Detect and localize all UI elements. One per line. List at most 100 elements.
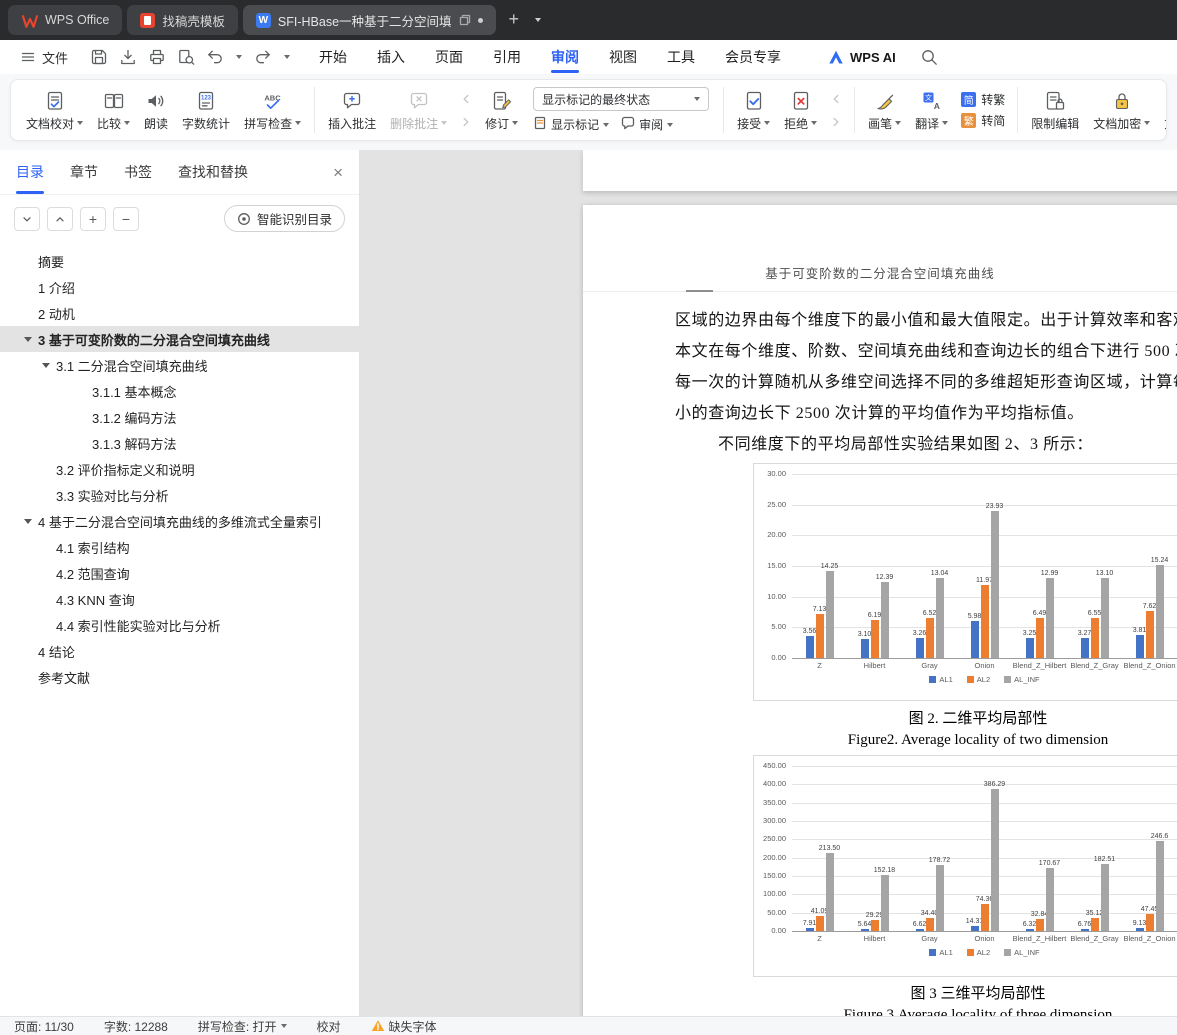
ribbon-accept-button[interactable]: 接受 (730, 86, 777, 135)
collapse-all-button[interactable] (14, 206, 40, 231)
bar-value-label: 14.25 (820, 562, 839, 570)
review-button[interactable]: 审阅 (621, 116, 674, 133)
menu-item-4[interactable]: 审阅 (551, 40, 580, 74)
toc-item[interactable]: 4.2 范围查询 (0, 560, 359, 586)
caret-icon (512, 121, 519, 125)
y-axis-label: 0.00 (771, 653, 786, 662)
menu-item-0[interactable]: 开始 (319, 40, 347, 74)
expand-arrow-icon[interactable] (24, 518, 32, 524)
reject-icon (790, 89, 812, 113)
ribbon-comment-add-button[interactable]: 插入批注 (321, 86, 383, 135)
previous-item-button[interactable] (826, 90, 846, 108)
next-item-button[interactable] (826, 113, 846, 131)
decrease-level-button[interactable]: − (113, 206, 139, 231)
menu-item-7[interactable]: 会员专享 (725, 40, 781, 74)
ribbon-doc-proof-button[interactable]: 文档校对 (19, 86, 90, 135)
toc-item[interactable]: 3.1 二分混合空间填充曲线 (0, 352, 359, 378)
figure3-chart[interactable]: 0.00 50.00 100.00 150.00 200.00 250.00 300.00 3… (753, 755, 1177, 977)
menu-item-3[interactable]: 引用 (493, 40, 521, 74)
to-simplified-button[interactable]: 繁转简 (961, 112, 1005, 129)
tab-list-button[interactable] (528, 18, 548, 22)
toc-item-label: 4.1 索引结构 (56, 540, 130, 556)
document-canvas[interactable]: 基于可变阶数的二分混合空间填充曲线 区域的边界由每个维度下的最小值和最大值限定。… (360, 150, 1177, 1016)
toc-item[interactable]: 参考文献 (0, 664, 359, 690)
sidebar-tab-find-replace[interactable]: 查找和替换 (178, 150, 248, 194)
increase-level-button[interactable]: + (80, 206, 106, 231)
export-icon[interactable] (119, 48, 137, 66)
menu-item-2[interactable]: 页面 (435, 40, 463, 74)
ribbon-spellcheck-button[interactable]: ABC 拼写检查 (237, 86, 308, 135)
toc-item[interactable]: 3.1.2 编码方法 (0, 404, 359, 430)
ribbon-speaker-button[interactable]: 朗读 (137, 86, 175, 135)
document-page[interactable]: 基于可变阶数的二分混合空间填充曲线 区域的边界由每个维度下的最小值和最大值限定。… (583, 205, 1177, 1016)
to-traditional-button[interactable]: 简转繁 (961, 91, 1005, 108)
toc-item[interactable]: 摘要 (0, 248, 359, 274)
toc-item[interactable]: 3.2 评价指标定义和说明 (0, 456, 359, 482)
proofread-button[interactable]: 校对 (317, 1018, 341, 1035)
search-icon[interactable] (920, 48, 938, 66)
ribbon-compare-button[interactable]: 比较 (90, 86, 137, 135)
toc-item[interactable]: 4.3 KNN 查询 (0, 586, 359, 612)
window-tab-wps-office[interactable]: WPS Office (8, 5, 123, 35)
print-preview-icon[interactable] (177, 48, 195, 66)
save-icon[interactable] (90, 48, 108, 66)
window-restore-icon[interactable] (459, 14, 471, 26)
window-tab-template-store[interactable]: 找稿壳模板 (127, 5, 238, 35)
smart-toc-button[interactable]: 智能识别目录 (223, 205, 345, 232)
ribbon-doc-encrypt-button[interactable]: 文档加密 (1086, 86, 1157, 135)
y-axis-label: 100.00 (763, 889, 786, 899)
file-menu-button[interactable]: 文件 (10, 48, 78, 67)
new-tab-button[interactable]: + (500, 9, 529, 32)
ribbon-restrict-edit-button[interactable]: 限制编辑 (1024, 86, 1086, 135)
ribbon-translate-button[interactable]: 文 A 翻译 (908, 86, 955, 135)
previous-item-button[interactable] (456, 90, 476, 108)
ribbon-word-count-button[interactable]: 123 字数统计 (175, 86, 237, 135)
figure2-chart[interactable]: 0.00 5.00 10.00 15.00 20.00 25.00 30.00 3.56 7.1… (753, 463, 1177, 701)
y-axis-label: 15.00 (767, 561, 786, 570)
paragraph-text[interactable]: 区域的边界由每个维度下的最小值和最大值限定。出于计算效率和客观 本文在每个维度、阶… (675, 305, 1177, 460)
toc-item[interactable]: 4.4 索引性能实验对比与分析 (0, 612, 359, 638)
toc-item[interactable]: 3 基于可变阶数的二分混合空间填充曲线 (0, 326, 359, 352)
ribbon-comment-del-button[interactable]: 删除批注 (383, 86, 454, 135)
expand-all-button[interactable] (47, 206, 73, 231)
toc-item[interactable]: 2 动机 (0, 300, 359, 326)
bar-value-label: 386.29 (983, 781, 1006, 789)
toc-item[interactable]: 4.1 索引结构 (0, 534, 359, 560)
word-count-indicator[interactable]: 字数: 12288 (104, 1018, 168, 1035)
window-tab-document[interactable]: W SFI-HBase一种基于二分空间填 (242, 5, 496, 35)
sidebar-tab-chapters[interactable]: 章节 (70, 150, 98, 194)
expand-arrow-icon[interactable] (42, 362, 50, 368)
show-markup-button[interactable]: 显示标记 (533, 116, 610, 133)
sidebar-tab-toc[interactable]: 目录 (16, 150, 44, 194)
sidebar-tab-bookmarks[interactable]: 书签 (124, 150, 152, 194)
toc-item[interactable]: 4 基于二分混合空间填充曲线的多维流式全量索引 (0, 508, 359, 534)
toc-item[interactable]: 3.3 实验对比与分析 (0, 482, 359, 508)
redo-caret-icon[interactable] (284, 55, 291, 59)
markup-state-dropdown[interactable]: 显示标记的最终状态 (533, 87, 710, 111)
ribbon-button-label: 翻译 (915, 116, 940, 131)
ribbon-track-changes-button[interactable]: 修订 (478, 86, 525, 135)
spellcheck-status[interactable]: 拼写检查: 打开 (198, 1018, 287, 1035)
menu-item-1[interactable]: 插入 (377, 40, 405, 74)
menu-item-6[interactable]: 工具 (667, 40, 695, 74)
toc-item[interactable]: 3.1.3 解码方法 (0, 430, 359, 456)
toc-item[interactable]: 1 介绍 (0, 274, 359, 300)
ribbon-doc-permission-button[interactable]: 文档权限 (1157, 86, 1166, 135)
toc-item-label: 摘要 (38, 254, 65, 270)
close-pane-icon[interactable]: × (333, 164, 343, 181)
wps-ai-button[interactable]: WPS AI (827, 48, 896, 66)
toc-item[interactable]: 3.1.1 基本概念 (0, 378, 359, 404)
missing-font-warning[interactable]: 缺失字体 (371, 1018, 437, 1035)
undo-icon[interactable] (206, 48, 224, 66)
ribbon-reject-button[interactable]: 拒绝 (777, 86, 824, 135)
redo-icon[interactable] (254, 48, 272, 66)
page-indicator[interactable]: 页面: 11/30 (14, 1018, 74, 1035)
menu-item-5[interactable]: 视图 (609, 40, 637, 74)
ribbon-separator (723, 87, 725, 133)
undo-caret-icon[interactable] (236, 55, 243, 59)
toc-item[interactable]: 4 结论 (0, 638, 359, 664)
next-item-button[interactable] (456, 113, 476, 131)
ribbon-brush-pen-button[interactable]: 画笔 (861, 86, 908, 135)
expand-arrow-icon[interactable] (24, 336, 32, 342)
print-icon[interactable] (148, 48, 166, 66)
